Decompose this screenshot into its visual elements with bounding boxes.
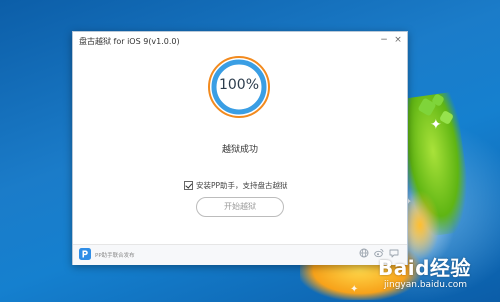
watermark-url: jingyan.baidu.com [384,280,468,290]
minimize-button[interactable]: − [379,34,389,46]
title-bar[interactable]: 盘古越狱 for iOS 9(v1.0.0) − × [73,32,407,50]
install-pp-option[interactable]: 安装PP助手，支持盘古越狱 [184,179,288,191]
install-pp-checkbox[interactable] [184,180,193,190]
start-jailbreak-button[interactable]: 开始越狱 [196,197,284,217]
globe-icon[interactable] [359,248,369,258]
footer-publisher-text: PP助手联合发布 [95,253,135,259]
status-message: 越狱成功 [221,145,258,155]
watermark-logo: Baid经验 [378,256,471,280]
close-button[interactable]: × [393,34,403,46]
baidu-jingyan-watermark: Baid经验 jingyan.baidu.com [378,252,496,298]
install-pp-label: 安装PP助手，支持盘古越狱 [196,180,288,190]
butterfly-icon: ✦ [430,117,442,133]
pp-logo-icon [79,248,91,260]
app-window: 盘古越狱 for iOS 9(v1.0.0) − × 100% 越狱成功 安装P… [72,31,408,265]
progress-percentage: 100% [218,77,260,93]
footer-bar: PP助手联合发布 [73,244,407,265]
sparkle-icon: ✦ [350,284,359,295]
window-title: 盘古越狱 for iOS 9(v1.0.0) [79,37,180,46]
